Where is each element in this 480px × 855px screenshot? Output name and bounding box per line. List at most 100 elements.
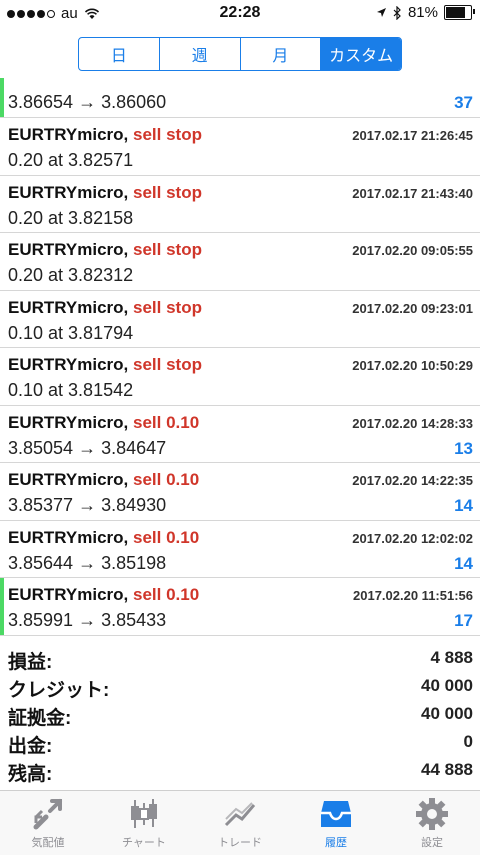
trade-points: 17	[454, 611, 473, 630]
list-item[interactable]: EURTRYmicro, sell 0.10 2017.02.20 12:02:0…	[0, 521, 480, 578]
summary-label: 証拠金:	[8, 708, 72, 729]
summary-value: 40 000	[421, 676, 473, 695]
list-item[interactable]: EURTRYmicro, sell stop 2017.02.20 10:50:2…	[0, 348, 480, 406]
trade-time: 2017.02.20 10:50:29	[352, 358, 473, 373]
trade-time: 2017.02.20 12:02:02	[352, 530, 473, 546]
trade-points: 14	[454, 496, 473, 515]
trade-detail: 0.20 at 3.82158	[8, 207, 134, 228]
symbol-name: EURTRYmicro,	[8, 182, 129, 202]
list-item[interactable]: EURTRYmicro, sell stop 2017.02.20 09:05:5…	[0, 233, 480, 291]
tab-label: 気配値	[31, 837, 65, 849]
tab-bar: 気配値 チャート トレード 履歴 設定	[0, 790, 480, 855]
trade-symbol: EURTRYmicro, sell 0.10	[8, 528, 199, 548]
period-segmented-control: 日 週 月 カスタム	[78, 37, 402, 71]
summary-label: 損益:	[8, 652, 53, 673]
symbol-name: EURTRYmicro,	[8, 527, 129, 547]
summary-label: クレジット:	[8, 680, 110, 701]
trade-action: sell 0.10	[133, 412, 200, 432]
symbol-name: EURTRYmicro,	[8, 412, 129, 432]
trade-points: 14	[454, 553, 473, 573]
battery-icon	[444, 5, 475, 20]
summary-value: 40 000	[421, 704, 473, 723]
summary-row: 残高: 44 888	[0, 757, 480, 785]
list-item[interactable]: 3.86654 → 3.86060 37	[0, 78, 480, 118]
segment-custom[interactable]: カスタム	[321, 38, 401, 70]
tab-label: 履歴	[325, 837, 347, 849]
trade-symbol: EURTRYmicro, sell stop	[8, 125, 202, 145]
settings-icon	[416, 798, 448, 830]
summary-label: 出金:	[8, 736, 53, 757]
trade-time: 2017.02.20 09:23:01	[352, 300, 473, 316]
summary-value: 44 888	[421, 760, 473, 779]
segment-day[interactable]: 日	[79, 38, 160, 70]
summary-value: 0	[463, 732, 473, 751]
trade-time: 2017.02.17 21:26:45	[352, 128, 473, 143]
tab-label: 設定	[421, 837, 443, 849]
history-list[interactable]: 3.86654 → 3.86060 37 EURTRYmicro, sell s…	[0, 78, 480, 638]
trade-detail: 0.20 at 3.82312	[8, 265, 134, 285]
trade-symbol: EURTRYmicro, sell stop	[8, 183, 202, 203]
trade-points: 13	[454, 438, 473, 458]
list-item[interactable]: EURTRYmicro, sell stop 2017.02.17 21:43:4…	[0, 176, 480, 233]
history-icon	[321, 801, 351, 827]
account-summary: 損益: 4 888 クレジット: 40 000 証拠金: 40 000 出金: 0 残高: 44 …	[0, 645, 480, 785]
trade-symbol: EURTRYmicro, sell 0.10	[8, 413, 199, 433]
summary-row: 出金: 0	[0, 729, 480, 757]
trade-action: sell stop	[133, 240, 202, 259]
bluetooth-icon	[393, 5, 401, 20]
trade-time: 2017.02.20 11:51:56	[353, 588, 473, 603]
trade-icon	[224, 802, 256, 827]
tab-chart[interactable]: チャート	[96, 791, 192, 855]
battery-percent: 81%	[407, 4, 438, 21]
summary-row: 証拠金: 40 000	[0, 701, 480, 729]
trade-action: sell stop	[133, 182, 202, 202]
tab-quotes[interactable]: 気配値	[0, 791, 96, 855]
trade-time: 2017.02.17 21:43:40	[352, 185, 473, 201]
trade-detail: 3.86654 → 3.86060	[8, 92, 167, 112]
trade-action: sell 0.10	[133, 470, 200, 489]
trade-time: 2017.02.20 14:28:33	[352, 415, 473, 431]
tab-label: チャート	[122, 837, 166, 849]
status-bar: au 22:28 81%	[0, 0, 480, 28]
summary-row: 損益: 4 888	[0, 645, 480, 673]
tab-history[interactable]: 履歴	[288, 791, 384, 855]
quotes-icon	[33, 799, 62, 830]
symbol-name: EURTRYmicro,	[8, 297, 129, 317]
trade-symbol: EURTRYmicro, sell stop	[8, 355, 202, 375]
chart-icon	[131, 799, 157, 828]
list-item[interactable]: EURTRYmicro, sell 0.10 2017.02.20 11:51:5…	[0, 578, 480, 636]
trade-detail: 3.85377 → 3.84930	[8, 495, 167, 515]
trade-symbol: EURTRYmicro, sell stop	[8, 240, 202, 260]
symbol-name: EURTRYmicro,	[8, 125, 129, 144]
trade-detail: 3.85644 → 3.85198	[8, 552, 167, 573]
trade-action: sell stop	[133, 355, 202, 374]
tab-trade[interactable]: トレード	[192, 791, 288, 855]
summary-label: 残高:	[8, 764, 53, 785]
trade-action: sell stop	[133, 297, 202, 317]
symbol-name: EURTRYmicro,	[8, 470, 129, 489]
segment-month[interactable]: 月	[241, 38, 322, 70]
trade-detail: 3.85054 → 3.84647	[8, 437, 167, 458]
symbol-name: EURTRYmicro,	[8, 355, 129, 374]
trade-detail: 3.85991 → 3.85433	[8, 610, 167, 630]
tab-settings[interactable]: 設定	[384, 791, 480, 855]
list-item[interactable]: EURTRYmicro, sell stop 2017.02.20 09:23:0…	[0, 291, 480, 348]
list-item[interactable]: EURTRYmicro, sell stop 2017.02.17 21:26:4…	[0, 118, 480, 176]
summary-value: 4 888	[430, 648, 473, 667]
trade-detail: 0.20 at 3.82571	[8, 150, 134, 170]
list-item[interactable]: EURTRYmicro, sell 0.10 2017.02.20 14:22:3…	[0, 463, 480, 521]
symbol-name: EURTRYmicro,	[8, 585, 129, 604]
trade-detail: 0.10 at 3.81542	[8, 380, 134, 400]
status-right: 81%	[376, 4, 475, 21]
summary-row: クレジット: 40 000	[0, 673, 480, 701]
tab-label: トレード	[218, 837, 262, 849]
trade-time: 2017.02.20 09:05:55	[352, 243, 473, 258]
trade-action: sell 0.10	[133, 585, 200, 604]
list-item[interactable]: EURTRYmicro, sell 0.10 2017.02.20 14:28:3…	[0, 406, 480, 463]
segment-week[interactable]: 週	[160, 38, 241, 70]
trade-symbol: EURTRYmicro, sell 0.10	[8, 470, 199, 490]
trade-action: sell stop	[133, 125, 202, 144]
trade-time: 2017.02.20 14:22:35	[352, 473, 473, 488]
trade-points: 37	[454, 93, 473, 112]
location-arrow-icon	[376, 8, 386, 17]
